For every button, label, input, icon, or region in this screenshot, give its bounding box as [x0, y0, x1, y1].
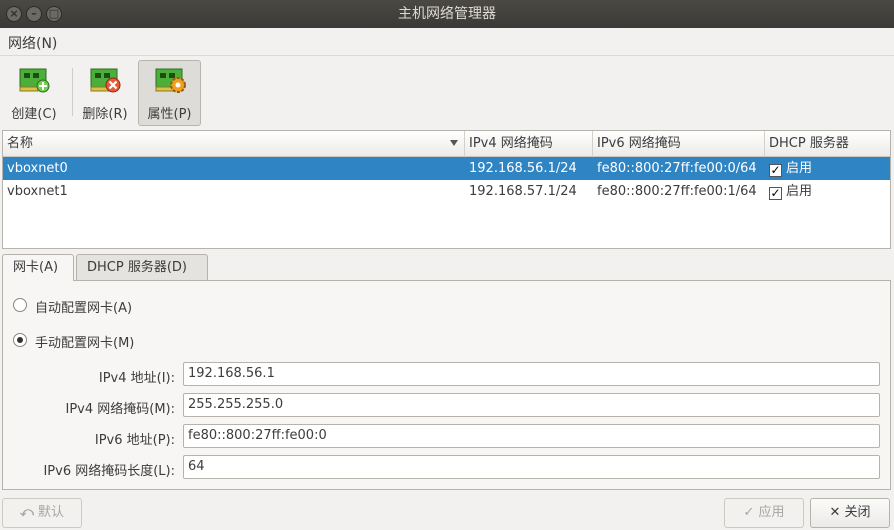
row-name: vboxnet0 [7, 161, 68, 176]
table-row[interactable]: vboxnet1 192.168.57.1/24 fe80::800:27ff:… [3, 180, 890, 203]
auto-config-label[interactable]: 自动配置网卡(A) [35, 297, 132, 316]
dhcp-checkbox[interactable]: ✓ [769, 187, 782, 200]
row-ipv6: fe80::800:27ff:fe00:0/64 [597, 161, 757, 176]
column-header-name[interactable]: 名称 [3, 131, 465, 157]
sort-down-icon [450, 140, 458, 146]
window-title: 主机网络管理器 [398, 6, 496, 22]
network-card-plus-icon [19, 68, 50, 93]
manual-config-radio[interactable] [13, 333, 27, 347]
row-ipv6: fe80::800:27ff:fe00:1/64 [597, 184, 757, 199]
apply-button[interactable]: ✓ 应用 [724, 498, 804, 528]
column-header-ipv4[interactable]: IPv4 网络掩码 [465, 131, 593, 157]
network-list[interactable]: 名称 IPv4 网络掩码 IPv6 网络掩码 DHCP 服务器 vboxnet0… [2, 130, 891, 249]
properties-label: 属性(P) [147, 107, 192, 122]
row-dhcp: ✓ 启用 [765, 180, 890, 203]
column-header-dhcp[interactable]: DHCP 服务器 [765, 131, 890, 157]
ipv6-prefix-input[interactable]: 64 [183, 455, 880, 479]
auto-config-radio[interactable] [13, 298, 27, 312]
row-dhcp: ✓ 启用 [765, 157, 890, 180]
dhcp-status: 启用 [786, 161, 813, 176]
column-header-ipv6[interactable]: IPv6 网络掩码 [593, 131, 765, 157]
adapter-panel: 自动配置网卡(A) 手动配置网卡(M) IPv4 地址(I): 192.168.… [2, 280, 891, 490]
table-row[interactable]: vboxnet0 192.168.56.1/24 fe80::800:27ff:… [3, 157, 890, 180]
ipv6-address-input[interactable]: fe80::800:27ff:fe00:0 [183, 424, 880, 448]
network-card-gear-icon [155, 68, 186, 93]
dhcp-status: 启用 [786, 184, 813, 199]
delete-button[interactable]: 删除(R) [76, 60, 134, 126]
properties-button[interactable]: 属性(P) [138, 60, 201, 126]
network-card-x-icon [90, 68, 121, 93]
default-button[interactable]: ⤺ 默认 [2, 498, 82, 528]
delete-label: 删除(R) [82, 107, 128, 122]
menu-network[interactable]: 网络(N) [8, 33, 57, 53]
reset-icon: ⤺ [20, 505, 34, 520]
ipv4-mask-label: IPv4 网络掩码(M): [65, 402, 175, 417]
ipv6-prefix-label: IPv6 网络掩码长度(L): [43, 464, 175, 479]
create-button[interactable]: 创建(C) [2, 60, 66, 126]
toolbar-separator [72, 68, 73, 116]
create-label: 创建(C) [11, 107, 57, 122]
ipv4-address-input[interactable]: 192.168.56.1 [183, 362, 880, 386]
close-button[interactable]: ✕ 关闭 [810, 498, 890, 528]
ipv6-address-label: IPv6 地址(P): [94, 433, 175, 448]
check-icon: ✓ [743, 505, 755, 520]
menubar: 网络(N) [0, 28, 894, 56]
row-ipv4: 192.168.56.1/24 [469, 161, 577, 176]
row-ipv4: 192.168.57.1/24 [469, 184, 577, 199]
tab-bar: 网卡(A) DHCP 服务器(D) [2, 254, 891, 281]
tab-dhcp-server[interactable]: DHCP 服务器(D) [76, 254, 208, 281]
ipv4-mask-input[interactable]: 255.255.255.0 [183, 393, 880, 417]
manual-config-label[interactable]: 手动配置网卡(M) [35, 332, 134, 351]
close-icon: ✕ [829, 505, 841, 520]
toolbar: 创建(C) 删除(R) 属性(P) [0, 56, 894, 128]
list-header: 名称 IPv4 网络掩码 IPv6 网络掩码 DHCP 服务器 [3, 131, 890, 157]
row-name: vboxnet1 [7, 184, 68, 199]
dhcp-checkbox[interactable]: ✓ [769, 164, 782, 177]
ipv4-address-label: IPv4 地址(I): [98, 371, 175, 386]
titlebar: × – □ 主机网络管理器 [0, 0, 894, 28]
tab-adapter[interactable]: 网卡(A) [2, 254, 74, 281]
